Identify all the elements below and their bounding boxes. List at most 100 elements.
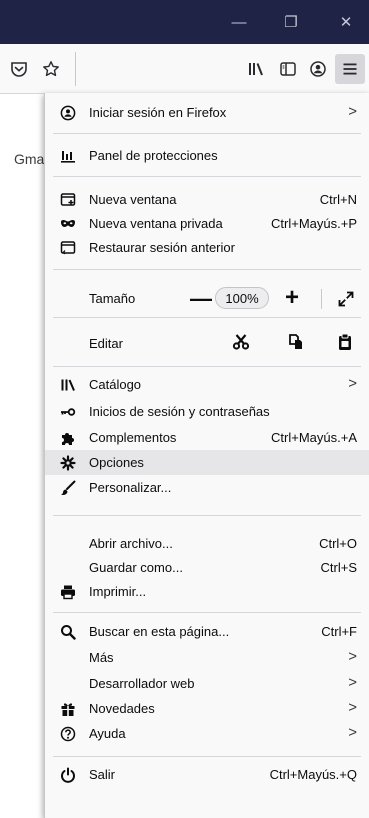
menu-item-open-file[interactable]: Abrir archivo... Ctrl+O: [45, 531, 369, 556]
menu-item-options[interactable]: Opciones: [45, 450, 369, 475]
menu-item-new-window[interactable]: Nueva ventana Ctrl+N: [45, 187, 369, 212]
cut-button[interactable]: [231, 332, 251, 352]
close-icon: ✕: [339, 14, 353, 31]
chevron-right-icon: >: [348, 648, 357, 665]
menu-item-protections[interactable]: Panel de protecciones: [45, 143, 369, 168]
menu-item-label: Opciones: [89, 455, 144, 470]
chevron-right-icon: >: [348, 724, 357, 741]
menu-item-label: Catálogo: [89, 377, 142, 392]
menu-item-label: Desarrollador web: [89, 676, 195, 691]
app-menu-panel: Iniciar sesión en Firefox > Panel de pro…: [44, 93, 369, 818]
sidebar-button[interactable]: [273, 54, 303, 84]
restore-icon: ❐: [284, 14, 298, 31]
protections-dashboard-icon: [59, 147, 76, 164]
menu-item-label: Guardar como...: [89, 560, 183, 575]
copy-icon: [289, 334, 302, 349]
key-icon: [59, 403, 76, 420]
menu-item-quit[interactable]: Salir Ctrl+Mayús.+Q: [45, 762, 369, 787]
chevron-right-icon: >: [348, 375, 357, 392]
menu-separator: [53, 176, 361, 177]
title-bar: — ❐ ✕: [0, 0, 369, 44]
power-icon: [59, 766, 76, 783]
zoom-out-button[interactable]: —: [190, 286, 212, 312]
menu-item-print[interactable]: Imprimir...: [45, 579, 369, 604]
minimize-button[interactable]: —: [216, 0, 262, 44]
sidebar-icon: [280, 62, 296, 76]
menu-item-label: Inicios de sesión y contraseñas: [89, 404, 270, 419]
edit-label: Editar: [89, 336, 123, 351]
menu-item-shortcut: Ctrl+O: [319, 536, 357, 551]
hamburger-menu-icon: [343, 63, 357, 75]
new-window-icon: [59, 191, 76, 208]
minimize-icon: —: [231, 13, 247, 31]
menu-item-label: Restaurar sesión anterior: [89, 240, 235, 255]
menu-item-label: Nueva ventana: [89, 192, 177, 207]
chevron-right-icon: >: [348, 674, 357, 691]
menu-item-more[interactable]: Más >: [45, 645, 369, 670]
paintbrush-icon: [59, 479, 76, 496]
library-button[interactable]: [241, 54, 271, 84]
gear-icon: [59, 454, 76, 471]
menu-item-label: Ayuda: [89, 726, 126, 741]
fullscreen-button[interactable]: [337, 290, 355, 311]
library-icon: [249, 63, 263, 76]
menu-item-shortcut: Ctrl+Mayús.+P: [271, 216, 357, 231]
bookmark-star-icon: [43, 61, 59, 77]
menu-item-restore-session[interactable]: Restaurar sesión anterior: [45, 235, 369, 260]
zoom-separator: [321, 289, 322, 309]
menu-separator: [53, 515, 361, 516]
chevron-right-icon: >: [348, 699, 357, 716]
menu-item-label: Nueva ventana privada: [89, 216, 223, 231]
menu-item-addons[interactable]: Complementos Ctrl+Mayús.+A: [45, 425, 369, 450]
open-menu-button[interactable]: [335, 54, 365, 84]
edit-controls: Editar: [45, 328, 369, 358]
zoom-controls: Tamaño — 100% +: [45, 284, 369, 315]
menu-item-private-window[interactable]: Nueva ventana privada Ctrl+Mayús.+P: [45, 211, 369, 236]
toolbar-separator: [75, 52, 76, 86]
menu-separator: [53, 366, 361, 367]
menu-item-label: Personalizar...: [89, 480, 172, 495]
menu-item-shortcut: Ctrl+F: [321, 624, 357, 639]
restore-session-icon: [59, 239, 76, 256]
menu-item-shortcut: Ctrl+S: [320, 560, 357, 575]
zoom-reset-button[interactable]: 100%: [215, 287, 269, 309]
copy-button[interactable]: [286, 332, 306, 352]
menu-item-label: Iniciar sesión en Firefox: [89, 105, 227, 120]
account-button[interactable]: [303, 54, 333, 84]
bookmark-star-button[interactable]: [36, 54, 66, 84]
menu-item-library[interactable]: Catálogo >: [45, 372, 369, 397]
restore-button[interactable]: ❐: [268, 0, 314, 44]
library-icon: [59, 376, 76, 393]
search-icon: [59, 623, 76, 640]
menu-item-label: Buscar en esta página...: [89, 624, 230, 639]
zoom-label: Tamaño: [89, 291, 136, 306]
menu-item-logins[interactable]: Inicios de sesión y contraseñas: [45, 399, 369, 424]
printer-icon: [59, 583, 76, 600]
menu-item-label: Complementos: [89, 430, 177, 445]
menu-item-save-as[interactable]: Guardar como... Ctrl+S: [45, 555, 369, 580]
private-mask-icon: [59, 215, 76, 232]
paste-button[interactable]: [335, 332, 355, 352]
menu-item-customize[interactable]: Personalizar...: [45, 475, 369, 500]
pocket-button[interactable]: [4, 54, 34, 84]
page-background-text: Gma: [14, 151, 45, 167]
chevron-right-icon: >: [348, 103, 357, 120]
nav-toolbar: [0, 44, 369, 94]
menu-item-label: Más: [89, 650, 114, 665]
menu-item-shortcut: Ctrl+Mayús.+Q: [269, 767, 357, 782]
menu-item-label: Salir: [89, 767, 116, 782]
menu-item-find[interactable]: Buscar en esta página... Ctrl+F: [45, 619, 369, 644]
menu-separator: [53, 133, 361, 134]
menu-item-whats-new[interactable]: Novedades >: [45, 696, 369, 721]
menu-item-web-developer[interactable]: Desarrollador web >: [45, 671, 369, 696]
menu-item-sign-in[interactable]: Iniciar sesión en Firefox >: [45, 100, 369, 125]
zoom-in-button[interactable]: +: [285, 284, 299, 312]
close-window-button[interactable]: ✕: [323, 0, 369, 44]
fullscreen-icon: [338, 291, 354, 307]
menu-item-help[interactable]: Ayuda >: [45, 721, 369, 746]
gift-icon: [59, 700, 76, 717]
account-icon: [310, 61, 326, 77]
menu-item-label: Novedades: [89, 701, 155, 716]
account-icon: [59, 104, 76, 121]
menu-separator: [53, 317, 361, 318]
